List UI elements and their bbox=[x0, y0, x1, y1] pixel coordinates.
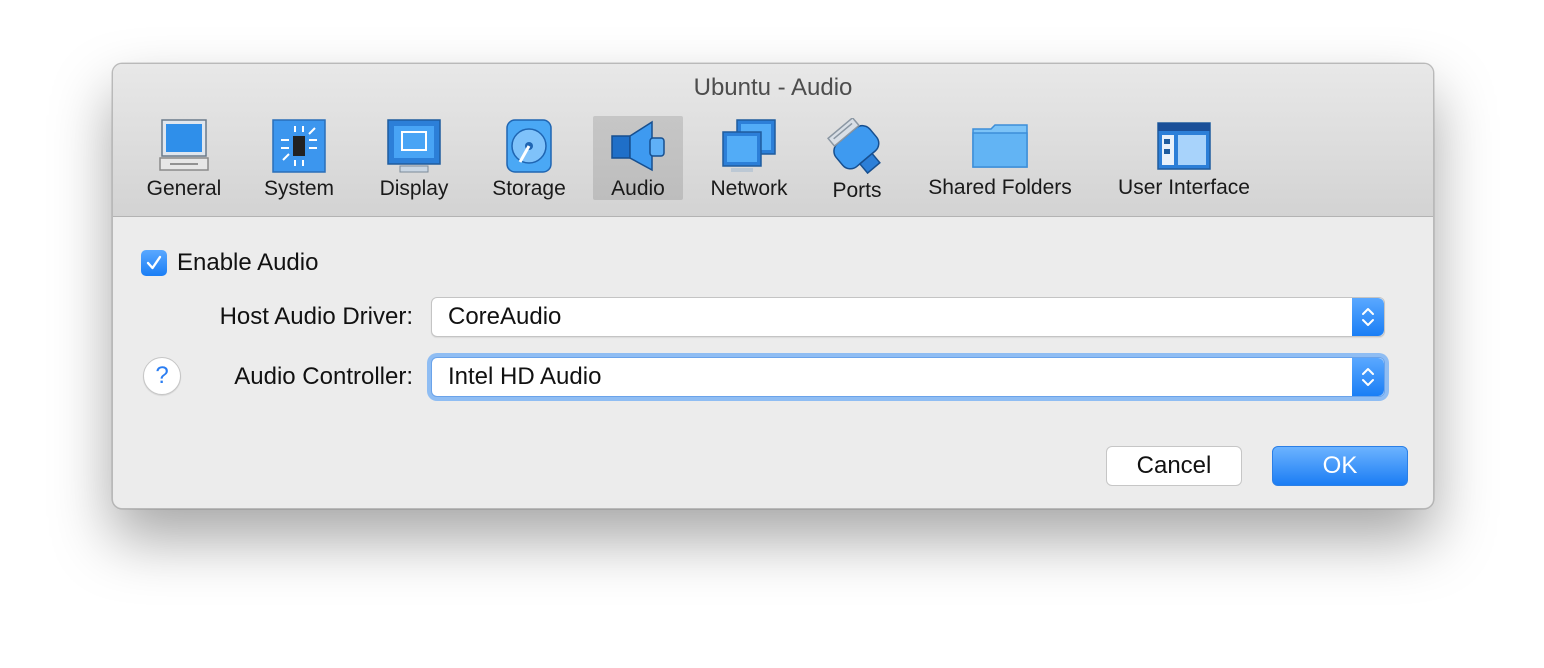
tab-label: General bbox=[146, 177, 222, 200]
disk-icon bbox=[499, 118, 559, 174]
tab-display[interactable]: Display bbox=[373, 116, 455, 200]
tab-label: Audio bbox=[611, 177, 665, 200]
tab-label: System bbox=[263, 177, 334, 200]
tab-label: Ports bbox=[832, 179, 882, 202]
tab-general[interactable]: General bbox=[141, 116, 227, 200]
tab-user-interface[interactable]: User Interface bbox=[1113, 116, 1255, 200]
chevron-updown-icon[interactable] bbox=[1352, 358, 1384, 396]
enable-audio-row[interactable]: Enable Audio bbox=[141, 249, 318, 277]
cancel-button[interactable]: Cancel bbox=[1106, 446, 1242, 486]
window-layout-icon bbox=[1154, 118, 1214, 173]
settings-toolbar: Ubuntu - Audio General System Display St… bbox=[113, 64, 1433, 217]
tab-network[interactable]: Network bbox=[705, 116, 793, 200]
enable-audio-label: Enable Audio bbox=[177, 249, 319, 276]
chevron-updown-icon[interactable] bbox=[1352, 298, 1384, 336]
display-icon bbox=[384, 118, 444, 174]
tab-system[interactable]: System bbox=[259, 116, 339, 200]
general-monitor-icon bbox=[154, 118, 214, 174]
tab-storage[interactable]: Storage bbox=[487, 116, 571, 200]
tab-label: User Interface bbox=[1118, 176, 1250, 199]
tab-label: Storage bbox=[492, 177, 566, 200]
window-title: Ubuntu - Audio bbox=[693, 74, 853, 101]
host-audio-driver-label: Host Audio Driver: bbox=[219, 303, 413, 330]
serial-port-icon bbox=[827, 118, 887, 176]
speaker-icon bbox=[608, 118, 668, 174]
settings-dialog: Ubuntu - Audio General System Display St… bbox=[112, 63, 1434, 509]
host-audio-driver-value: CoreAudio bbox=[448, 303, 562, 330]
chip-icon bbox=[269, 118, 329, 174]
tab-shared-folders[interactable]: Shared Folders bbox=[923, 116, 1077, 200]
tab-ports[interactable]: Ports bbox=[821, 116, 893, 202]
folder-icon bbox=[970, 118, 1030, 173]
help-button[interactable]: ? bbox=[143, 357, 181, 395]
tab-label: Network bbox=[710, 177, 788, 200]
checkmark-icon bbox=[146, 255, 162, 270]
tab-label: Display bbox=[379, 177, 449, 200]
enable-audio-checkbox[interactable] bbox=[141, 250, 167, 276]
network-icon bbox=[719, 118, 779, 174]
audio-controller-select[interactable]: Intel HD Audio bbox=[431, 357, 1385, 397]
ok-button[interactable]: OK bbox=[1272, 446, 1408, 486]
audio-controller-value: Intel HD Audio bbox=[448, 363, 602, 390]
tab-label: Shared Folders bbox=[928, 176, 1072, 199]
tab-audio[interactable]: Audio bbox=[593, 116, 683, 200]
host-audio-driver-select[interactable]: CoreAudio bbox=[431, 297, 1385, 337]
